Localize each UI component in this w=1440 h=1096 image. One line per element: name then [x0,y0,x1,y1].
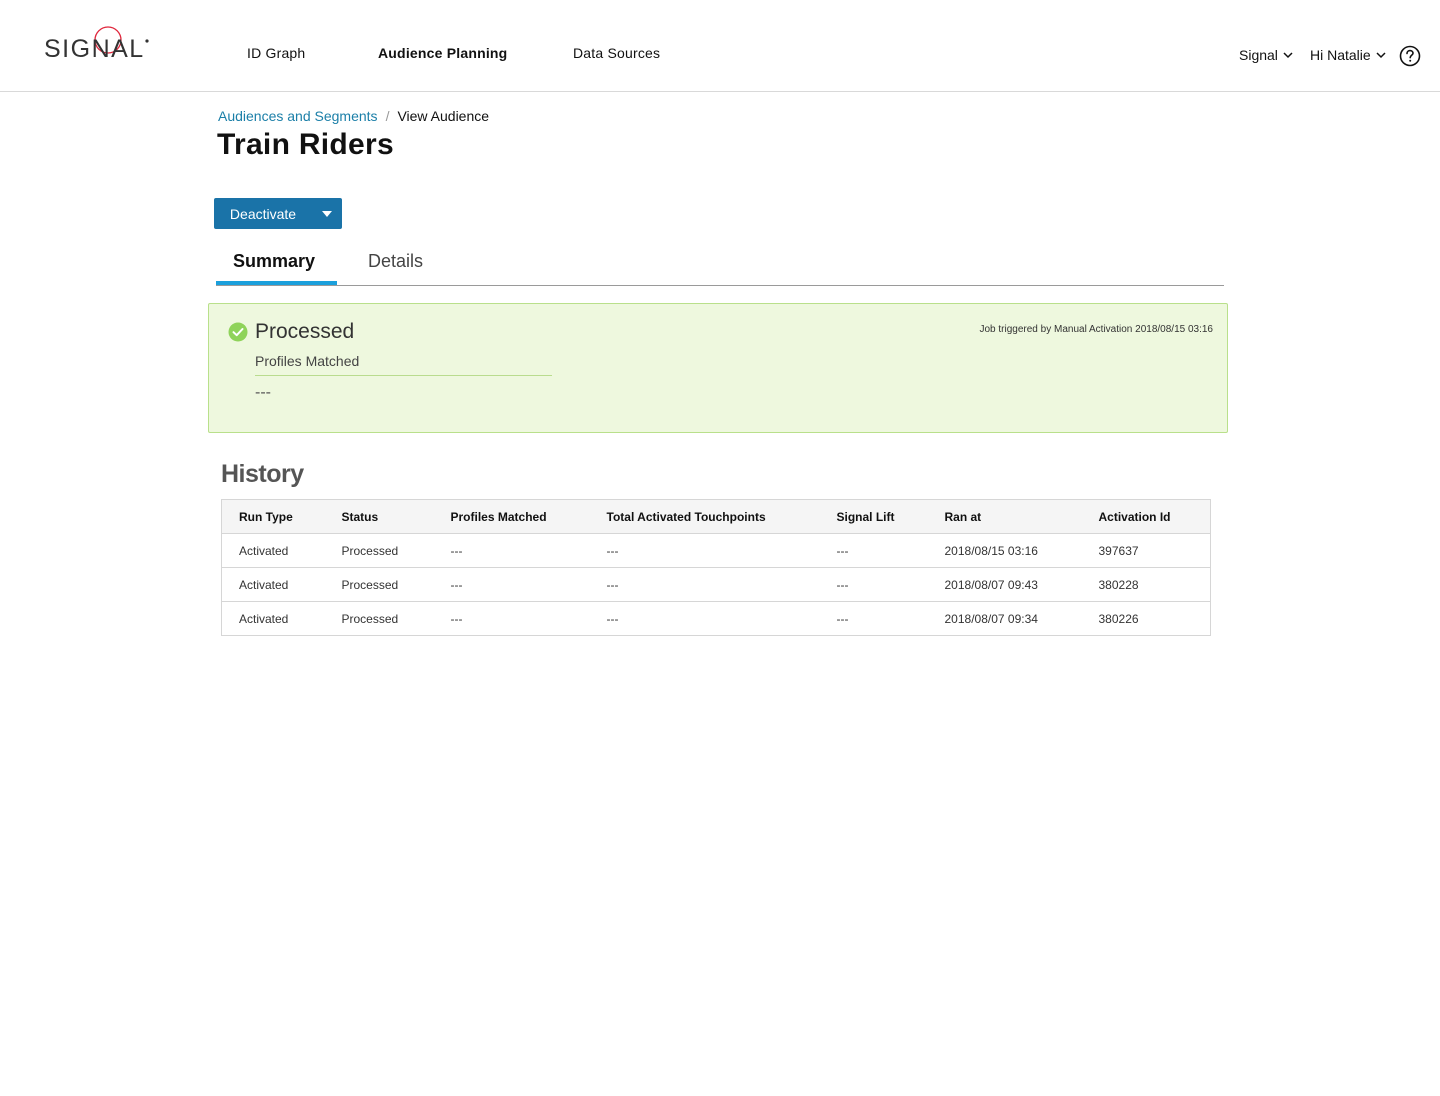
breadcrumb-current: View Audience [397,108,490,124]
cell-ran-at: 2018/08/07 09:34 [944,611,1038,626]
cell-status: Processed [341,567,451,602]
table-row: Activated Processed --- --- --- 2018/08/… [222,602,1211,636]
cell-total-activated-touchpoints: --- [606,611,619,626]
user-menu-label: Hi Natalie [1310,47,1371,63]
nav-id-graph[interactable]: ID Graph [247,45,305,61]
breadcrumb-audiences-link[interactable]: Audiences and Segments [218,108,378,124]
cell-signal-lift: --- [836,567,945,602]
table-row: Activated Processed --- --- --- 2018/08/… [221,567,1211,602]
top-navigation-bar: SIGNAL ID Graph Audience Planning Data S… [0,0,1440,92]
cell-activation-id: 380228 [1098,567,1211,602]
cell-run-type: Activated [239,611,289,626]
deactivate-button[interactable]: Deactivate [214,198,312,229]
cell-signal-lift: --- [836,533,945,568]
deactivate-dropdown-toggle[interactable] [312,198,342,229]
table-row: Activated Processed --- --- --- 2018/08/… [221,533,1211,568]
profiles-matched-value: --- [255,384,271,401]
breadcrumb: Audiences and Segments / View Audience [218,108,489,124]
chevron-down-icon [1376,52,1386,59]
cell-total-activated-touchpoints: --- [606,533,837,568]
caret-down-icon [322,210,332,217]
cell-total-activated-touchpoints: --- [606,567,837,602]
cell-run-type: Activated [221,567,342,602]
column-header-activation-id: Activation Id [1098,499,1211,534]
cell-profiles-matched: --- [450,533,607,568]
status-divider [255,375,552,376]
active-tab-indicator [216,281,337,285]
tab-summary[interactable]: Summary [233,251,315,272]
nav-data-sources[interactable]: Data Sources [573,45,660,61]
table-header-row: Run Type Status Profiles Matched Total A… [221,499,1211,534]
cell-run-type: Activated [221,533,342,568]
history-title: History [221,460,304,488]
breadcrumb-separator: / [385,108,390,124]
profiles-matched-label: Profiles Matched [255,353,360,369]
question-circle-icon[interactable] [1399,45,1421,67]
cell-status: Processed [341,611,399,626]
status-card: Processed Job triggered by Manual Activa… [208,303,1228,433]
cell-status: Processed [341,533,451,568]
cell-ran-at: 2018/08/15 03:16 [944,533,1099,568]
cell-ran-at: 2018/08/07 09:43 [944,567,1099,602]
check-circle-icon [228,322,248,342]
cell-profiles-matched: --- [450,611,463,626]
column-header-status: Status [341,499,451,534]
chevron-down-icon [1283,52,1293,59]
tab-bar: Summary Details [216,243,1224,286]
deactivate-split-button: Deactivate [214,198,342,229]
org-menu[interactable]: Signal [1239,47,1294,63]
column-header-ran-at: Ran at [944,499,1099,534]
signal-logo[interactable]: SIGNAL [44,22,154,66]
logo-text: SIGNAL [44,35,145,63]
column-header-signal-lift: Signal Lift [836,499,945,534]
tab-details[interactable]: Details [368,251,423,272]
cell-activation-id: 397637 [1098,533,1211,568]
cell-profiles-matched: --- [450,567,607,602]
column-header-total-activated-touchpoints: Total Activated Touchpoints [606,499,837,534]
history-table: Run Type Status Profiles Matched Total A… [221,499,1211,636]
job-trigger-note: Job triggered by Manual Activation 2018/… [979,324,1214,335]
user-menu[interactable]: Hi Natalie [1310,47,1387,63]
org-menu-label: Signal [1239,47,1278,63]
cell-signal-lift: --- [836,611,849,626]
column-header-run-type: Run Type [221,499,342,534]
page-title: Train Riders [217,128,394,161]
nav-audience-planning[interactable]: Audience Planning [378,45,507,61]
status-title: Processed [255,320,355,343]
cell-activation-id: 380226 [1098,611,1139,626]
signal-logo-mark: SIGNAL [44,26,149,63]
column-header-profiles-matched: Profiles Matched [450,499,607,534]
